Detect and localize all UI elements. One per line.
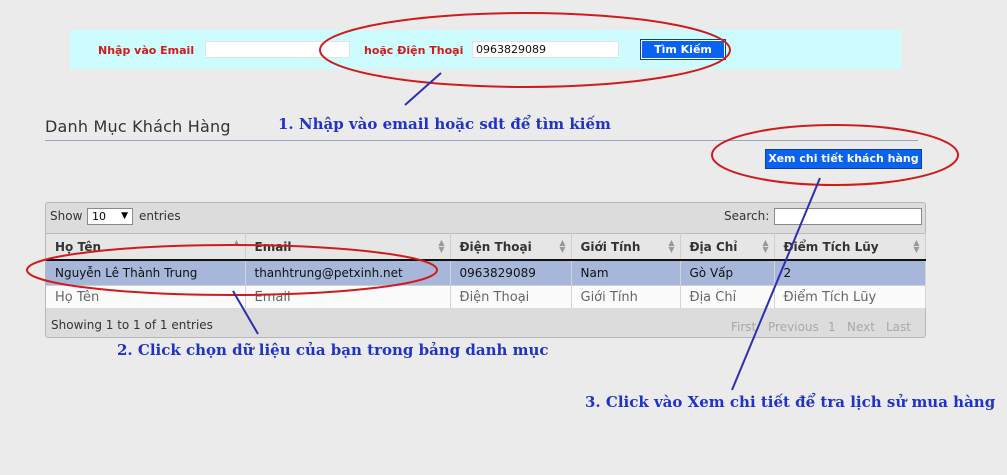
annotation-step-3: 3. Click vào Xem chi tiết để tra lịch sử… <box>585 393 996 411</box>
detail-button-highlight-ellipse <box>711 124 959 186</box>
search-highlight-ellipse <box>319 12 731 88</box>
row-highlight-ellipse <box>26 244 438 296</box>
arrow-1 <box>404 72 442 106</box>
annotation-step-2: 2. Click chọn dữ liệu của bạn trong bảng… <box>117 341 549 359</box>
arrow-3 <box>731 177 821 391</box>
arrow-2 <box>232 290 259 335</box>
annotation-step-1: 1. Nhập vào email hoặc sdt để tìm kiếm <box>278 115 611 133</box>
